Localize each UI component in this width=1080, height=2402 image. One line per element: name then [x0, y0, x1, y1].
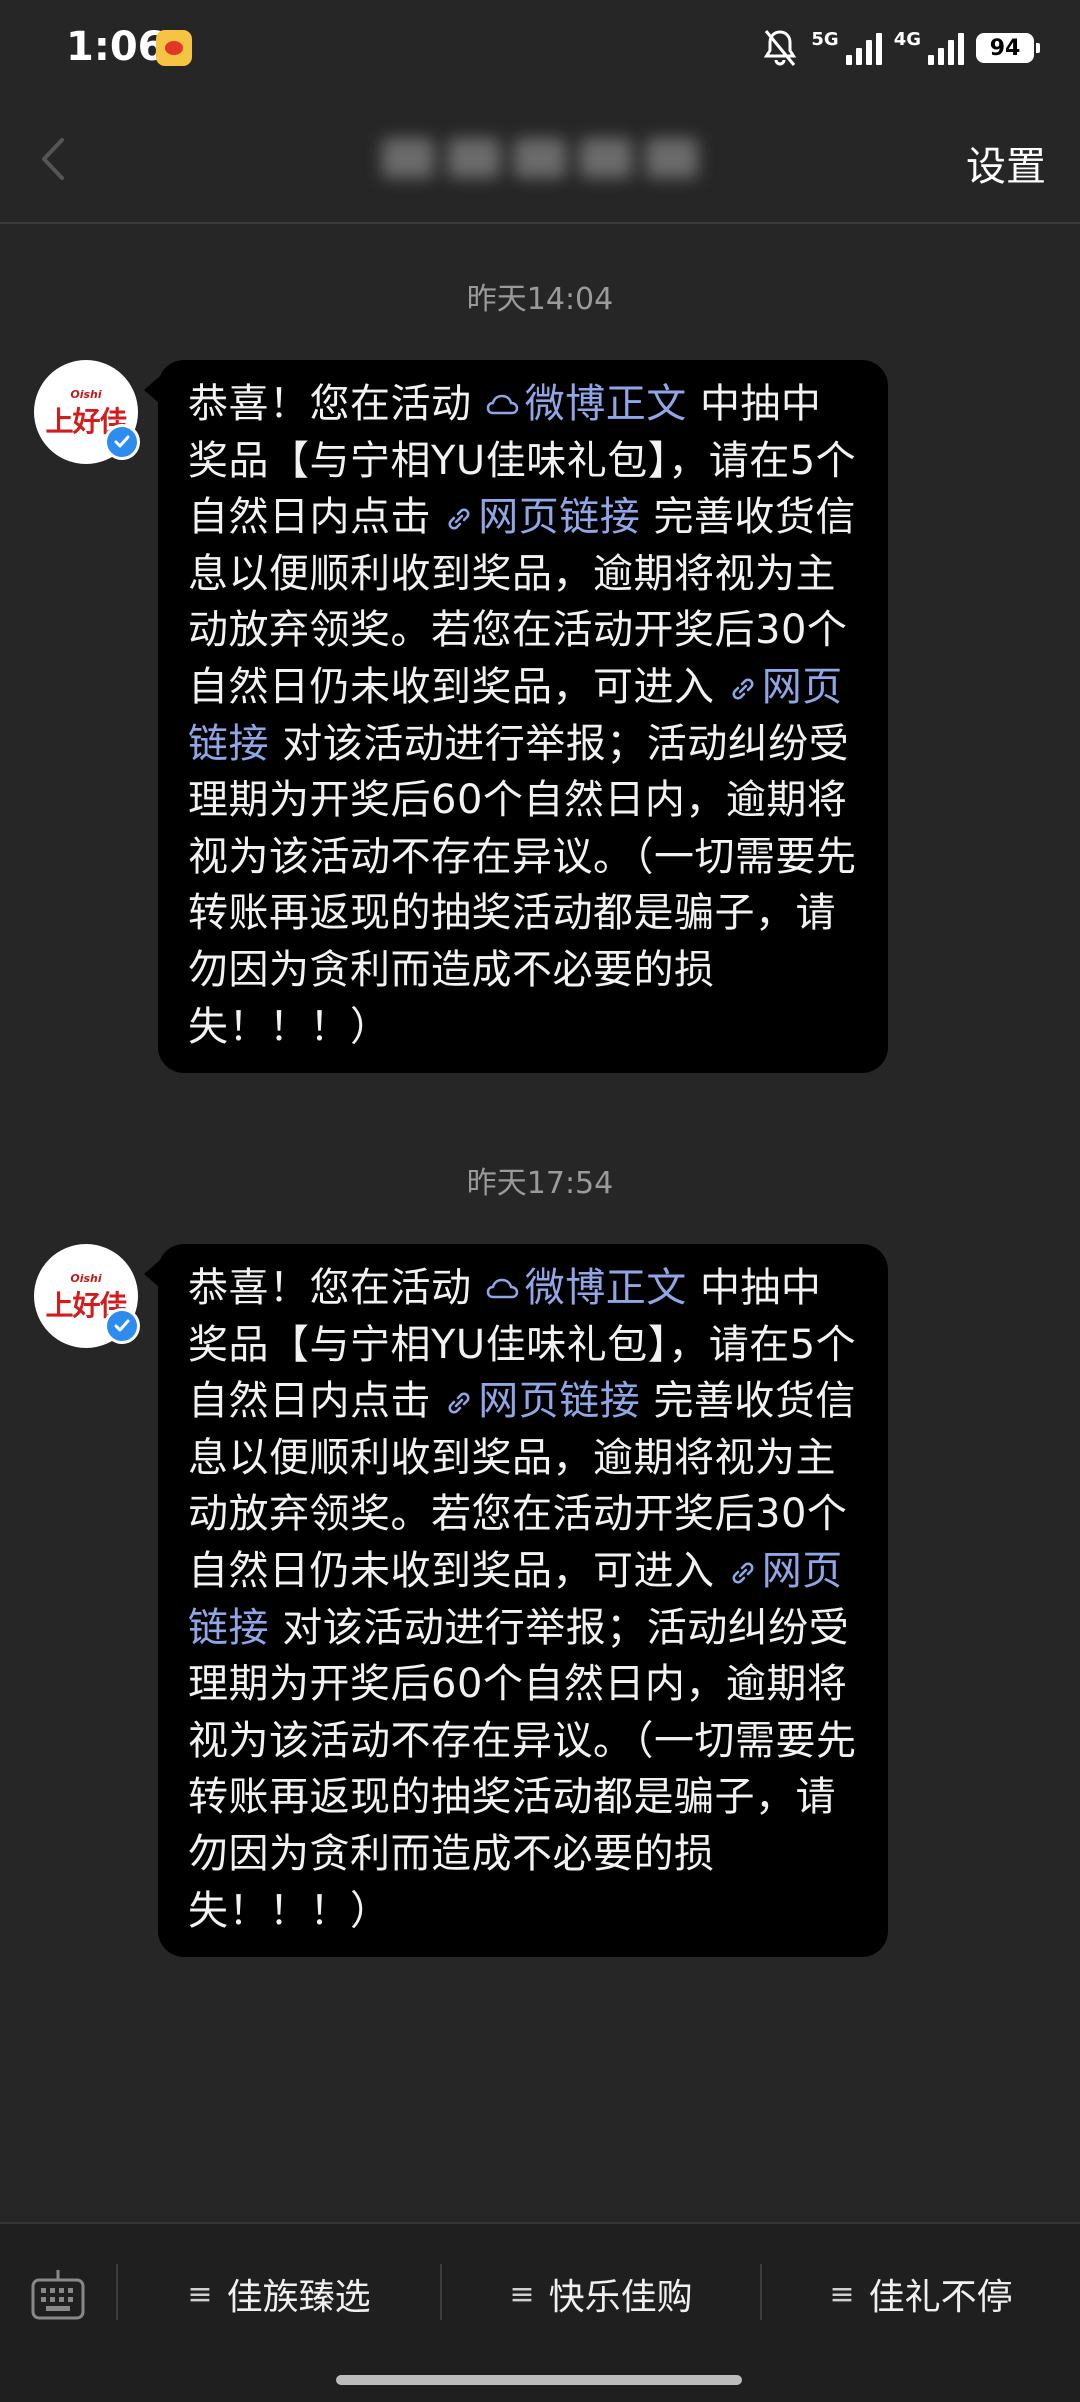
menu-item-label: 佳礼不停 [868, 2277, 1013, 2318]
message-text: 恭喜！您在活动 微博正文 中抽中奖品【与宁相YU佳味礼包】，请在5个自然日内点击… [188, 1260, 860, 1939]
menu-item-jiali-buting[interactable]: ≡ 佳礼不停 [762, 2268, 1080, 2320]
message-bubble[interactable]: 恭喜！您在活动 微博正文 中抽中奖品【与宁相YU佳味礼包】，请在5个自然日内点击… [144, 360, 888, 1074]
message-bubble[interactable]: 恭喜！您在活动 微博正文 中抽中奖品【与宁相YU佳味礼包】，请在5个自然日内点击… [144, 1244, 888, 1958]
status-indicators: 5G 4G 94 [761, 22, 1040, 74]
home-indicator[interactable] [336, 2375, 742, 2385]
weibo-post-link-label: 微博正文 [524, 1265, 687, 1311]
menu-lines-icon: ≡ [509, 2276, 535, 2312]
sender-avatar[interactable]: Oishi 上好佳 [34, 360, 140, 464]
link-icon [732, 1562, 754, 1584]
network-5g-label: 5G [811, 29, 839, 50]
weibo-notification-icon [156, 30, 192, 66]
message-text-segment: 恭喜！您在活动 [188, 1265, 472, 1311]
settings-button[interactable]: 设置 [966, 134, 1046, 192]
chat-title-blurred [380, 128, 700, 188]
verified-badge-icon [104, 1308, 140, 1344]
chat-area[interactable]: 昨天14:04 Oishi 上好佳 恭喜！您在活动 微博正文 中抽中奖品【与宁相… [0, 224, 1080, 2222]
menu-item-label: 快乐佳购 [548, 2277, 693, 2318]
web-link-label: 网页链接 [478, 494, 641, 541]
battery-indicator: 94 [976, 33, 1040, 63]
web-link[interactable]: 网页链接 [444, 494, 640, 540]
signal-4g: 4G [894, 31, 964, 65]
status-bar: 1:06 5G 4G 94 [0, 0, 1080, 96]
message-text-segment: 对该活动进行举报；活动纠纷受理期为开奖后60个自然日内，逾期将视为该活动不存在异… [188, 1604, 857, 1934]
link-icon [732, 678, 754, 700]
signal-5g: 5G [811, 29, 882, 65]
web-link-label: 网页链接 [478, 1378, 641, 1425]
keyboard-icon[interactable] [30, 2268, 86, 2322]
link-icon [448, 1392, 470, 1414]
sender-avatar[interactable]: Oishi 上好佳 [34, 1244, 140, 1348]
weibo-post-link[interactable]: 微博正文 [485, 381, 687, 427]
message-text-segment: 对该活动进行举报；活动纠纷受理期为开奖后60个自然日内，逾期将视为该活动不存在异… [188, 720, 857, 1050]
link-icon [448, 508, 470, 530]
menu-item-jiazu-zhenxuan[interactable]: ≡ 佳族臻选 [118, 2268, 440, 2320]
message-timestamp: 昨天14:04 [466, 282, 614, 317]
chat-header: 设置 [0, 96, 1080, 224]
weibo-post-link-label: 微博正文 [524, 381, 687, 427]
message-timestamp: 昨天17:54 [466, 1166, 614, 1201]
bell-muted-icon [764, 30, 797, 66]
menu-item-label: 佳族臻选 [226, 2277, 371, 2318]
signal-bars-icon [845, 31, 882, 65]
weibo-post-icon [486, 394, 518, 415]
weibo-post-link[interactable]: 微博正文 [485, 1265, 687, 1311]
web-link[interactable]: 网页链接 [444, 1378, 640, 1424]
menu-lines-icon: ≡ [829, 2276, 855, 2312]
status-time: 1:06 [66, 24, 166, 70]
verified-badge-icon [104, 424, 140, 460]
weibo-post-icon [486, 1278, 518, 1299]
menu-item-kuaile-jiagou[interactable]: ≡ 快乐佳购 [442, 2268, 760, 2320]
network-4g-label: 4G [893, 29, 921, 50]
signal-bars-icon [928, 31, 964, 65]
back-arrow-icon[interactable] [30, 134, 80, 184]
message-text: 恭喜！您在活动 微博正文 中抽中奖品【与宁相YU佳味礼包】，请在5个自然日内点击… [188, 376, 860, 1055]
message-text-segment: 恭喜！您在活动 [188, 381, 472, 427]
menu-lines-icon: ≡ [187, 2276, 213, 2312]
